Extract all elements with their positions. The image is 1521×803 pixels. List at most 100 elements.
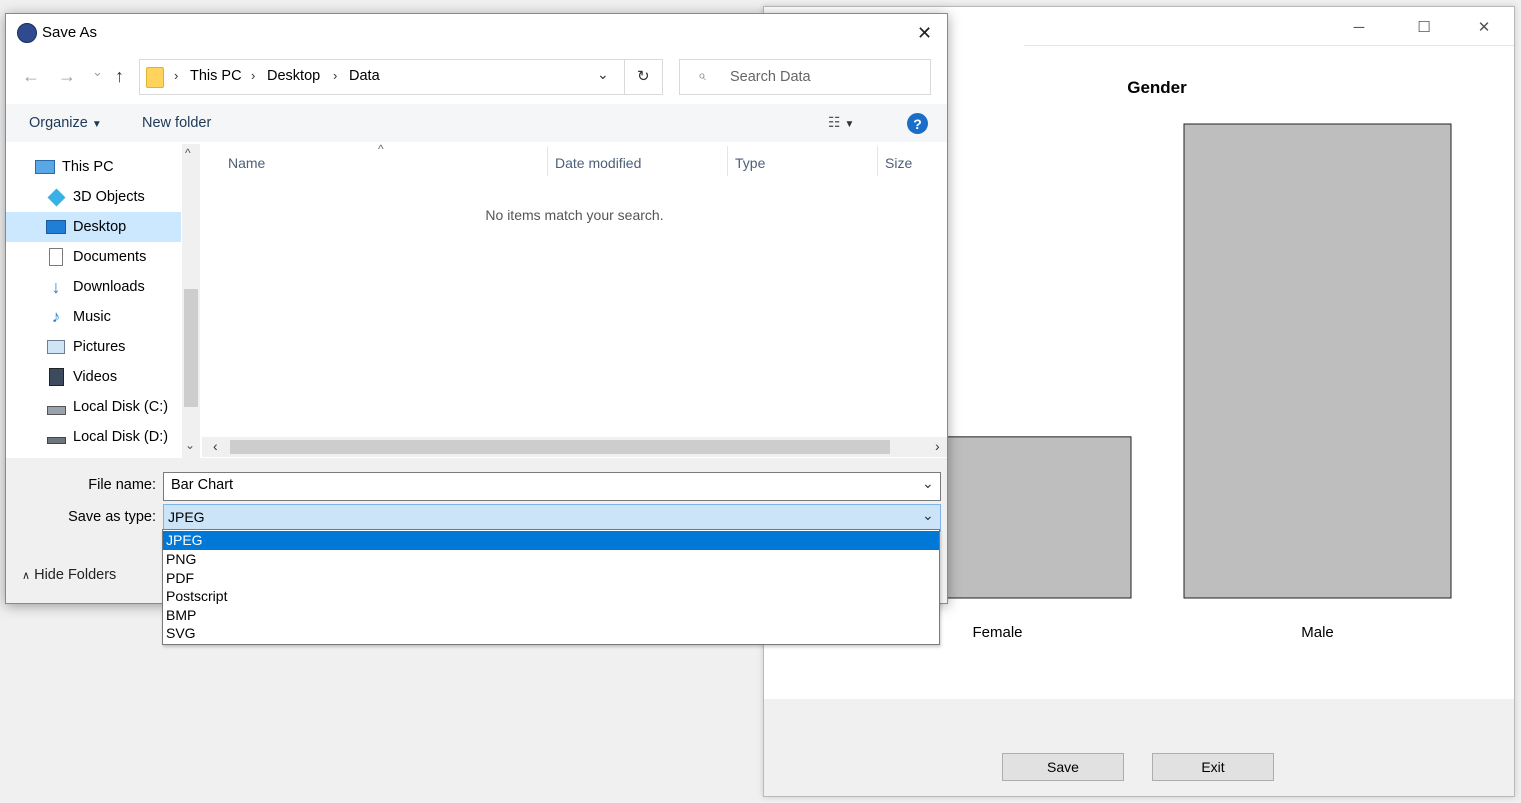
sidebar-scrollbar[interactable]: ^ ⌄	[182, 144, 200, 458]
save-as-dialog: Save As ✕ ← → ⌄ ↑ › This PC › Desktop › …	[5, 13, 948, 604]
type-option-pdf[interactable]: PDF	[163, 569, 939, 588]
address-dropdown-icon[interactable]: ⌄	[597, 66, 609, 83]
hide-folders-button[interactable]: ∧ Hide Folders	[22, 567, 116, 583]
organize-label: Organize	[29, 115, 88, 131]
file-list: ^ Name Date modified Type Size No items …	[202, 142, 947, 458]
sidebar-item-videos[interactable]: Videos	[6, 362, 181, 392]
column-header-size[interactable]: Size	[885, 150, 912, 176]
picture-icon	[46, 338, 66, 356]
breadcrumb-this-pc[interactable]: This PC	[190, 68, 242, 84]
organize-button[interactable]: Organize ▼	[29, 115, 102, 131]
scrollbar-thumb[interactable]	[184, 289, 198, 407]
music-icon: ♪	[51, 307, 61, 326]
search-icon: ⌕	[698, 67, 706, 83]
sidebar-item-documents[interactable]: Documents	[6, 242, 181, 272]
type-option-png[interactable]: PNG	[163, 550, 939, 569]
video-icon	[46, 368, 66, 386]
x-tick-label: Female	[972, 624, 1022, 641]
document-icon	[46, 248, 66, 266]
save-as-type-dropdown: JPEG PNG PDF Postscript BMP SVG	[162, 529, 940, 645]
sidebar-item-desktop[interactable]: Desktop	[6, 212, 181, 242]
file-name-field[interactable]: Bar Chart ⌄	[163, 472, 941, 501]
back-icon[interactable]: ←	[22, 66, 40, 87]
desktop-icon	[46, 218, 66, 236]
scrollbar-thumb[interactable]	[230, 440, 890, 454]
type-option-jpeg[interactable]: JPEG	[163, 531, 939, 550]
titlebar-divider	[1024, 45, 1514, 46]
address-bar[interactable]: › This PC › Desktop › Data ⌄ ↻	[139, 59, 663, 95]
bar-male	[1183, 123, 1452, 599]
sidebar-item-local-disk-d[interactable]: Local Disk (D:)	[6, 422, 181, 452]
chevron-down-icon[interactable]: ⌄	[922, 475, 934, 492]
sidebar-item-label: Local Disk (C:)	[73, 399, 169, 415]
sidebar-item-downloads[interactable]: ↓ Downloads	[6, 272, 181, 302]
column-header-name[interactable]: Name	[228, 150, 265, 176]
scroll-right-icon[interactable]: ›	[935, 438, 940, 454]
scroll-down-icon[interactable]: ⌄	[185, 438, 195, 452]
scroll-up-icon[interactable]: ^	[185, 146, 191, 160]
sidebar-item-local-disk-c[interactable]: Local Disk (C:)	[6, 392, 181, 422]
column-separator	[877, 146, 878, 176]
column-header-date-modified[interactable]: Date modified	[555, 150, 641, 176]
search-box[interactable]: ⌕ Search Data	[679, 59, 931, 95]
sidebar-item-label: Desktop	[73, 219, 127, 235]
window-close-button[interactable]: ✕	[1461, 7, 1507, 47]
drive-icon	[46, 428, 66, 446]
save-as-type-select[interactable]: JPEG ⌄	[163, 504, 941, 532]
scroll-left-icon[interactable]: ‹	[213, 438, 218, 454]
sidebar-item-this-pc[interactable]: This PC	[0, 152, 170, 182]
app-icon	[17, 23, 37, 43]
maximize-button[interactable]: ☐	[1401, 7, 1447, 47]
sidebar-item-label: 3D Objects	[73, 189, 145, 205]
sidebar-item-label: Videos	[73, 369, 118, 385]
column-header-type[interactable]: Type	[735, 150, 765, 176]
breadcrumb-separator-icon: ›	[174, 68, 179, 83]
sidebar-item-music[interactable]: ♪ Music	[6, 302, 181, 332]
exit-button[interactable]: Exit	[1152, 753, 1274, 781]
refresh-icon[interactable]: ↻	[637, 67, 650, 85]
forward-icon[interactable]: →	[58, 66, 76, 87]
column-separator	[547, 146, 548, 176]
view-options-icon[interactable]: ☷ ▼	[828, 114, 854, 131]
type-option-bmp[interactable]: BMP	[163, 606, 939, 625]
minimize-button[interactable]: ─	[1336, 7, 1382, 47]
breadcrumb-data[interactable]: Data	[349, 68, 380, 84]
sidebar-item-label: Local Disk (D:)	[73, 429, 169, 445]
sidebar-item-label: Documents	[73, 249, 147, 265]
chart-footer: Save Exit	[764, 699, 1514, 796]
sidebar-item-label: Downloads	[73, 279, 145, 295]
download-icon: ↓	[51, 276, 61, 297]
empty-message: No items match your search.	[485, 207, 664, 223]
sidebar-item-label: Music	[73, 309, 111, 325]
hide-folders-label: Hide Folders	[34, 567, 117, 583]
folder-icon	[146, 67, 164, 88]
save-as-type-label: Save as type:	[68, 509, 156, 525]
column-separator	[727, 146, 728, 176]
close-icon: ✕	[916, 22, 933, 43]
chart-title: Gender	[1127, 78, 1187, 97]
save-as-type-value: JPEG	[168, 509, 205, 525]
cube-icon	[46, 187, 66, 207]
up-icon[interactable]: ↑	[115, 66, 124, 87]
recent-locations-icon[interactable]: ⌄	[92, 64, 103, 80]
horizontal-scrollbar[interactable]: ‹ ›	[202, 437, 947, 457]
help-icon[interactable]: ?	[907, 113, 928, 134]
type-option-postscript[interactable]: Postscript	[163, 587, 939, 606]
sidebar-item-3d-objects[interactable]: 3D Objects	[6, 182, 181, 212]
chevron-up-icon: ∧	[22, 570, 31, 582]
sort-indicator-icon: ^	[378, 142, 384, 156]
breadcrumb-desktop[interactable]: Desktop	[267, 68, 320, 84]
sidebar-item-pictures[interactable]: Pictures	[6, 332, 181, 362]
address-divider	[624, 60, 625, 94]
search-input[interactable]: Search Data	[730, 69, 811, 85]
chevron-down-icon[interactable]: ⌄	[922, 507, 934, 524]
minimize-icon: ─	[1353, 18, 1365, 36]
dialog-close-button[interactable]: ✕	[902, 14, 947, 52]
x-tick-label: Male	[1301, 624, 1334, 641]
chevron-down-icon: ▼	[91, 119, 102, 130]
save-button[interactable]: Save	[1002, 753, 1124, 781]
new-folder-button[interactable]: New folder	[142, 115, 211, 131]
type-option-svg[interactable]: SVG	[163, 624, 939, 643]
breadcrumb-separator-icon: ›	[333, 68, 338, 83]
close-icon: ✕	[1477, 19, 1491, 36]
